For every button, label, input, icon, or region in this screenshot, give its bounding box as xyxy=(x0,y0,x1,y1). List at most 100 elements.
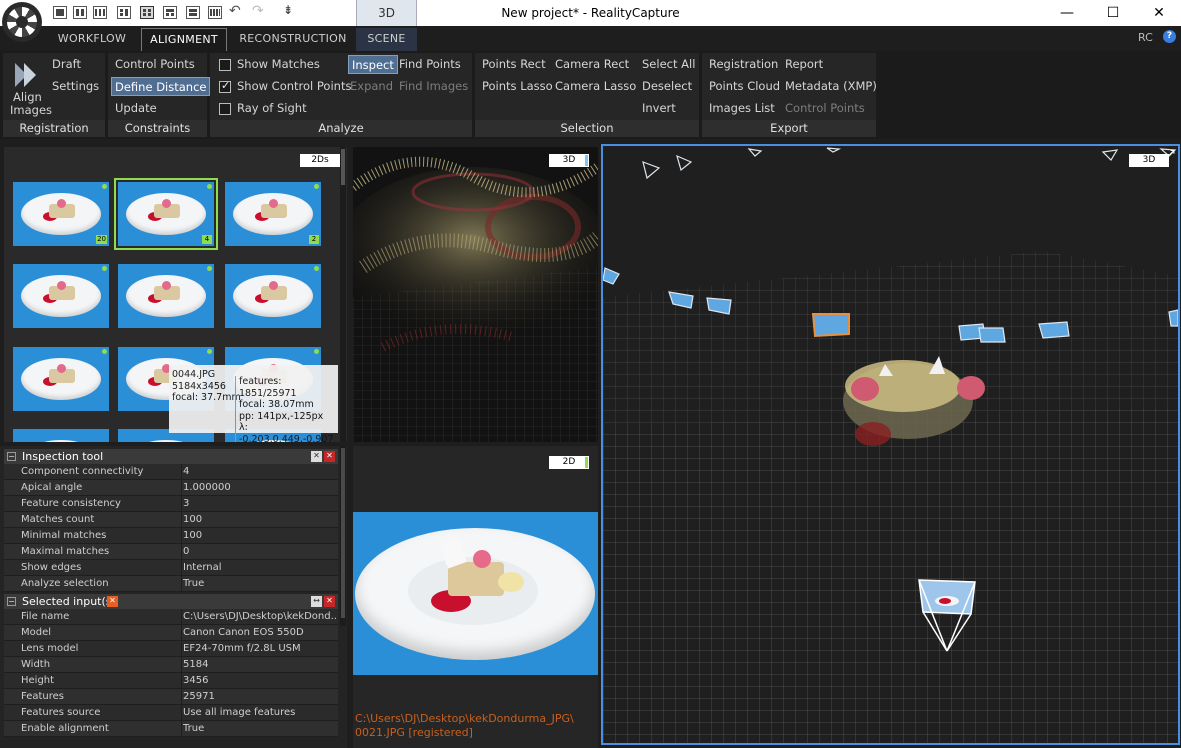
find-points-button[interactable]: Find Points xyxy=(399,55,461,74)
property-value[interactable]: Canon Canon EOS 550D xyxy=(181,625,338,641)
layout-6-icon[interactable] xyxy=(163,6,177,19)
deselect-button[interactable]: Deselect xyxy=(642,77,692,96)
image-thumbnail[interactable]: 2 xyxy=(225,182,321,246)
select-all-button[interactable]: Select All xyxy=(642,55,695,74)
property-value[interactable]: Use all image features xyxy=(181,705,338,721)
show-control-points-label[interactable]: Show Control Points xyxy=(237,77,351,96)
layout-3-icon[interactable] xyxy=(93,6,107,19)
close-panel-icon[interactable]: ✕ xyxy=(324,451,335,462)
tab-scene[interactable]: SCENE xyxy=(356,28,417,51)
property-value[interactable]: 100 xyxy=(181,512,338,528)
layout-8-icon[interactable] xyxy=(208,6,222,19)
pointcloud-view-tag[interactable]: 3D xyxy=(549,154,589,167)
property-row[interactable]: Minimal matches 100 xyxy=(4,528,338,544)
control-points-button[interactable]: Control Points xyxy=(115,55,195,74)
images-scrollbar[interactable] xyxy=(340,147,346,442)
close-button[interactable]: ✕ xyxy=(1136,0,1181,26)
image-thumbnail[interactable] xyxy=(13,347,109,411)
property-row[interactable]: Show edges Internal xyxy=(4,560,338,576)
draft-button[interactable]: Draft xyxy=(52,55,81,74)
layout-1-icon[interactable] xyxy=(53,6,67,19)
image-thumbnail[interactable]: 20 xyxy=(13,182,109,246)
points-cloud-button[interactable]: Points Cloud xyxy=(709,77,780,96)
points-rect-button[interactable]: Points Rect xyxy=(482,55,546,74)
app-logo-icon[interactable] xyxy=(2,2,42,42)
maximize-button[interactable]: ☐ xyxy=(1090,0,1136,26)
tab-workflow[interactable]: WORKFLOW xyxy=(47,28,137,51)
property-value[interactable]: Internal xyxy=(181,560,338,576)
property-value[interactable]: 3 xyxy=(181,496,338,512)
property-row[interactable]: Apical angle 1.000000 xyxy=(4,480,338,496)
update-button[interactable]: Update xyxy=(115,99,157,118)
invert-button[interactable]: Invert xyxy=(642,99,676,118)
report-button[interactable]: Report xyxy=(785,55,823,74)
property-row[interactable]: Maximal matches 0 xyxy=(4,544,338,560)
property-value[interactable]: 0 xyxy=(181,544,338,560)
property-row[interactable]: Features source Use all image features xyxy=(4,705,338,721)
property-value[interactable]: True xyxy=(181,576,338,592)
property-value[interactable]: 5184 xyxy=(181,657,338,673)
property-row[interactable]: Component connectivity 4 xyxy=(4,464,338,480)
layout-4-icon[interactable] xyxy=(117,6,131,19)
property-value[interactable]: 1.000000 xyxy=(181,480,338,496)
collapse-icon[interactable]: − xyxy=(7,597,16,606)
property-row[interactable]: Feature consistency 3 xyxy=(4,496,338,512)
collapse-icon[interactable]: − xyxy=(7,452,16,461)
define-distance-button[interactable]: Define Distance xyxy=(111,77,211,96)
undo-icon[interactable]: ↶ xyxy=(229,3,241,19)
find-images-button[interactable]: Find Images xyxy=(399,77,468,96)
expand-view-icon[interactable]: ↗ xyxy=(1164,146,1178,160)
camera-rect-button[interactable]: Camera Rect xyxy=(555,55,629,74)
image-thumbnail[interactable] xyxy=(225,264,321,328)
property-value[interactable]: 25971 xyxy=(181,689,338,705)
property-row[interactable]: Model Canon Canon EOS 550D xyxy=(4,625,338,641)
property-row[interactable]: Analyze selection True xyxy=(4,576,338,592)
property-row[interactable]: File name C:\Users\DJ\Desktop\kekDond... xyxy=(4,609,338,625)
property-value[interactable]: 100 xyxy=(181,528,338,544)
metadata-xmp-button[interactable]: Metadata (XMP) xyxy=(785,77,877,96)
show-control-points-checkbox[interactable] xyxy=(219,79,231,93)
property-row[interactable]: Lens model EF24-70mm f/2.8L USM xyxy=(4,641,338,657)
property-row[interactable]: Enable alignment True xyxy=(4,721,338,737)
align-images-button-line2[interactable]: Images xyxy=(10,104,52,117)
minimize-button[interactable]: — xyxy=(1044,0,1090,26)
property-value[interactable]: 3456 xyxy=(181,673,338,689)
layout-7-icon[interactable] xyxy=(186,6,200,19)
ray-of-sight-label[interactable]: Ray of Sight xyxy=(237,99,307,118)
property-row[interactable]: Width 5184 xyxy=(4,657,338,673)
image-thumbnail[interactable] xyxy=(118,264,214,328)
image-thumbnail[interactable] xyxy=(13,264,109,328)
pin-icon[interactable]: ✕ xyxy=(311,451,322,462)
settings-button[interactable]: Settings xyxy=(52,77,99,96)
pointcloud-view[interactable]: 3D xyxy=(353,147,598,442)
expand-button[interactable]: Expand xyxy=(350,77,393,96)
images-view-tag[interactable]: 2Ds xyxy=(300,154,340,167)
selected-close-icon[interactable]: ✕ xyxy=(107,596,118,607)
inspect-button[interactable]: Inspect xyxy=(348,55,398,74)
camera-lasso-button[interactable]: Camera Lasso xyxy=(555,77,636,96)
property-row[interactable]: Features 25971 xyxy=(4,689,338,705)
property-value[interactable]: 4 xyxy=(181,464,338,480)
layout-2-icon[interactable] xyxy=(73,6,87,19)
export-control-points-button[interactable]: Control Points xyxy=(785,99,865,118)
help-icon[interactable]: ? xyxy=(1163,30,1176,43)
layout-5-icon[interactable] xyxy=(140,6,154,19)
property-value[interactable]: True xyxy=(181,721,338,737)
export-registration-button[interactable]: Registration xyxy=(709,55,778,74)
close-panel-icon[interactable]: ✕ xyxy=(324,596,335,607)
image-thumbnail[interactable]: 4 xyxy=(114,178,218,250)
scene-3d-view[interactable]: 3D ↗ xyxy=(601,144,1180,745)
property-row[interactable]: Height 3456 xyxy=(4,673,338,689)
image-thumbnail[interactable] xyxy=(13,429,109,442)
redo-icon[interactable]: ↷ xyxy=(252,3,264,19)
ray-of-sight-checkbox[interactable] xyxy=(219,103,231,115)
image-preview-panel[interactable]: 2D C:\Users\DJ\Desktop\kekDondurma_JPG\ … xyxy=(353,446,598,748)
top-3d-tab[interactable]: 3D xyxy=(356,0,417,26)
tab-reconstruction[interactable]: RECONSTRUCTION xyxy=(234,28,352,51)
quick-access-menu-icon[interactable]: ⇟ xyxy=(283,3,293,17)
property-value[interactable]: EF24-70mm f/2.8L USM xyxy=(181,641,338,657)
images-list-button[interactable]: Images List xyxy=(709,99,775,118)
property-row[interactable]: Matches count 100 xyxy=(4,512,338,528)
scene-view-tag[interactable]: 3D xyxy=(1129,154,1169,167)
preview-view-tag[interactable]: 2D xyxy=(549,456,589,469)
